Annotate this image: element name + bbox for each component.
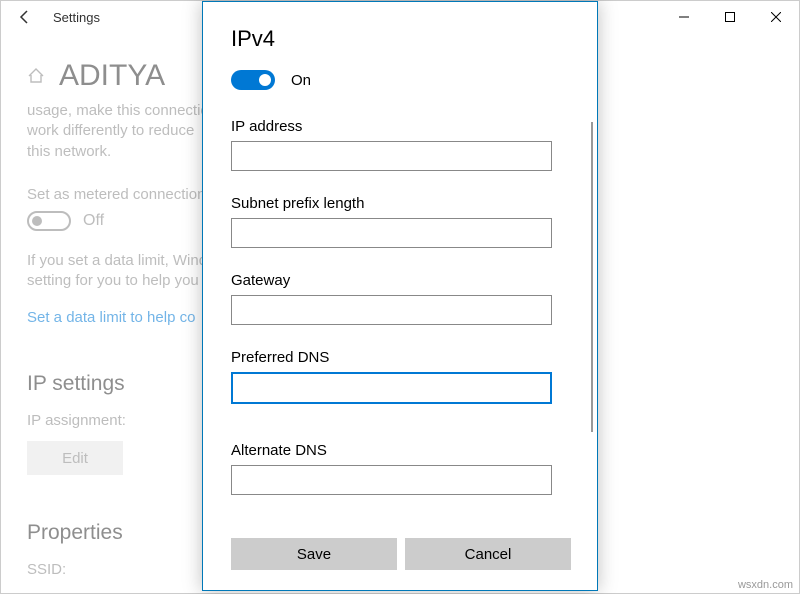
network-description: usage, make this connection work differe… — [27, 101, 221, 162]
ipv4-toggle[interactable] — [231, 70, 275, 90]
edit-button[interactable]: Edit — [27, 441, 123, 475]
ip-address-input[interactable] — [231, 141, 552, 171]
ipv4-settings-modal: IPv4 On IP address Subnet prefix length … — [202, 1, 598, 591]
subnet-label: Subnet prefix length — [231, 195, 569, 212]
close-button[interactable] — [753, 1, 799, 33]
gateway-label: Gateway — [231, 272, 569, 289]
alternate-dns-label: Alternate DNS — [231, 442, 569, 459]
minimize-button[interactable] — [661, 1, 707, 33]
cancel-button[interactable]: Cancel — [405, 538, 571, 570]
subnet-input[interactable] — [231, 218, 552, 248]
home-icon — [27, 67, 45, 85]
page-title: ADITYA — [59, 59, 165, 93]
window-controls — [661, 1, 799, 33]
scrollbar[interactable] — [591, 122, 593, 432]
alternate-dns-input[interactable] — [231, 465, 552, 495]
gateway-input[interactable] — [231, 295, 552, 325]
back-arrow-icon[interactable] — [17, 9, 33, 25]
ip-address-label: IP address — [231, 118, 569, 135]
ipv4-toggle-state: On — [291, 72, 311, 89]
modal-title: IPv4 — [231, 26, 569, 52]
maximize-button[interactable] — [707, 1, 753, 33]
save-button[interactable]: Save — [231, 538, 397, 570]
watermark: wsxdn.com — [738, 579, 793, 591]
preferred-dns-label: Preferred DNS — [231, 349, 569, 366]
metered-toggle[interactable] — [27, 211, 71, 231]
preferred-dns-input[interactable] — [231, 372, 552, 404]
metered-toggle-state: Off — [83, 212, 104, 230]
